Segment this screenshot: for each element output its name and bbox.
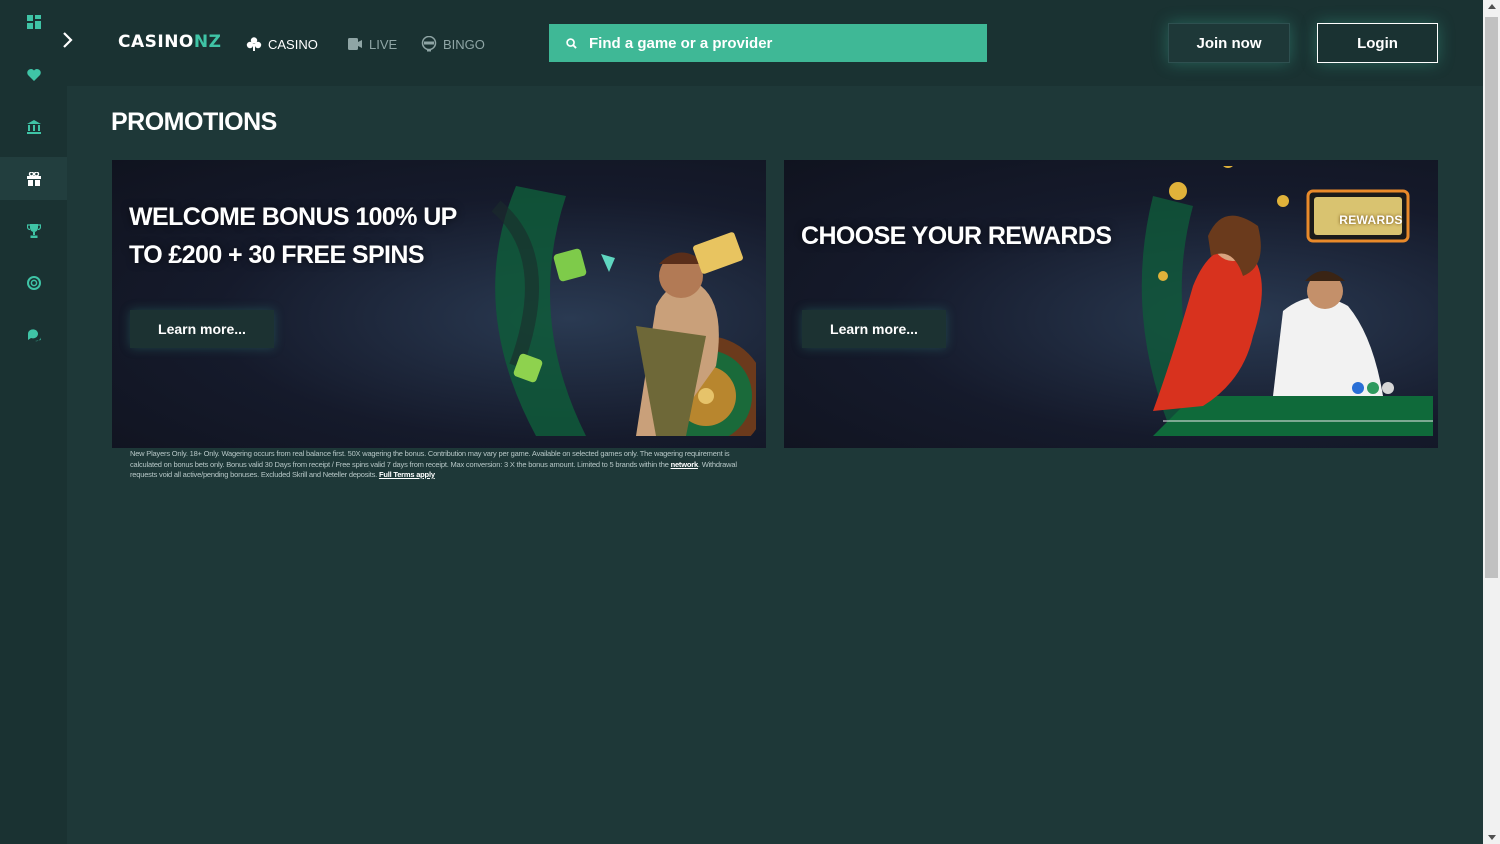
search-icon: [566, 37, 577, 49]
sidebar-item-games[interactable]: [0, 0, 67, 43]
full-terms-link[interactable]: Full Terms apply: [379, 470, 435, 479]
explorer-roulette-illustration: [491, 186, 756, 436]
sidebar-item-help[interactable]: [0, 261, 67, 304]
grid-icon: [26, 14, 41, 29]
promo-card-welcome-bonus[interactable]: WELCOME BONUS 100% UP TO £200 + 30 FREE …: [112, 160, 766, 448]
nav-casino-label: CASINO: [268, 36, 318, 52]
bank-icon: [26, 119, 41, 134]
bingo-ball-icon: [421, 36, 437, 52]
search-input[interactable]: [589, 34, 987, 52]
sidebar-item-promotions[interactable]: [0, 157, 67, 200]
sidebar: [0, 0, 67, 844]
promo-card-rewards[interactable]: REWARDS CHOOSE YOUR REWARDS Learn more..…: [784, 160, 1438, 448]
page-title: PROMOTIONS: [111, 108, 277, 136]
search-bar[interactable]: [549, 24, 987, 62]
chevron-right-icon[interactable]: [61, 30, 75, 50]
sidebar-item-chat[interactable]: [0, 313, 67, 356]
network-link[interactable]: network: [671, 460, 699, 469]
nav-bingo-label: BINGO: [443, 36, 485, 52]
scrollbar[interactable]: [1483, 0, 1500, 844]
gift-icon: [26, 171, 41, 186]
site-logo[interactable]: CASINONZ: [118, 32, 221, 52]
chat-icon: [27, 328, 41, 341]
trophy-icon: [26, 223, 41, 238]
join-now-button[interactable]: Join now: [1168, 23, 1290, 63]
promo-headline: WELCOME BONUS 100% UP TO £200 + 30 FREE …: [129, 203, 457, 269]
sidebar-item-tournaments[interactable]: [0, 209, 67, 252]
live-dealer-icon: [348, 38, 362, 50]
sidebar-item-favourites[interactable]: [0, 53, 67, 96]
learn-more-button[interactable]: Learn more...: [802, 310, 946, 348]
login-button[interactable]: Login: [1317, 23, 1438, 63]
scroll-up-arrow-icon[interactable]: [1488, 4, 1496, 9]
nav-live-label: LIVE: [369, 36, 398, 52]
scroll-thumb[interactable]: [1485, 17, 1498, 578]
nav-live[interactable]: LIVE: [347, 34, 397, 54]
nav-bingo[interactable]: BINGO: [421, 34, 485, 54]
heart-icon: [26, 68, 41, 81]
support-icon: [26, 275, 41, 290]
clubs-icon: [246, 37, 262, 51]
nav-casino[interactable]: CASINO: [246, 34, 318, 54]
rewards-badge: REWARDS: [1339, 213, 1403, 227]
learn-more-button[interactable]: Learn more...: [130, 310, 274, 348]
promo-headline: CHOOSE YOUR REWARDS: [801, 222, 1112, 250]
rewards-roulette-illustration: [1141, 166, 1433, 436]
sidebar-item-banking[interactable]: [0, 105, 67, 148]
bonus-terms-text: New Players Only. 18+ Only. Wagering occ…: [130, 449, 737, 479]
scroll-down-arrow-icon[interactable]: [1488, 835, 1496, 840]
